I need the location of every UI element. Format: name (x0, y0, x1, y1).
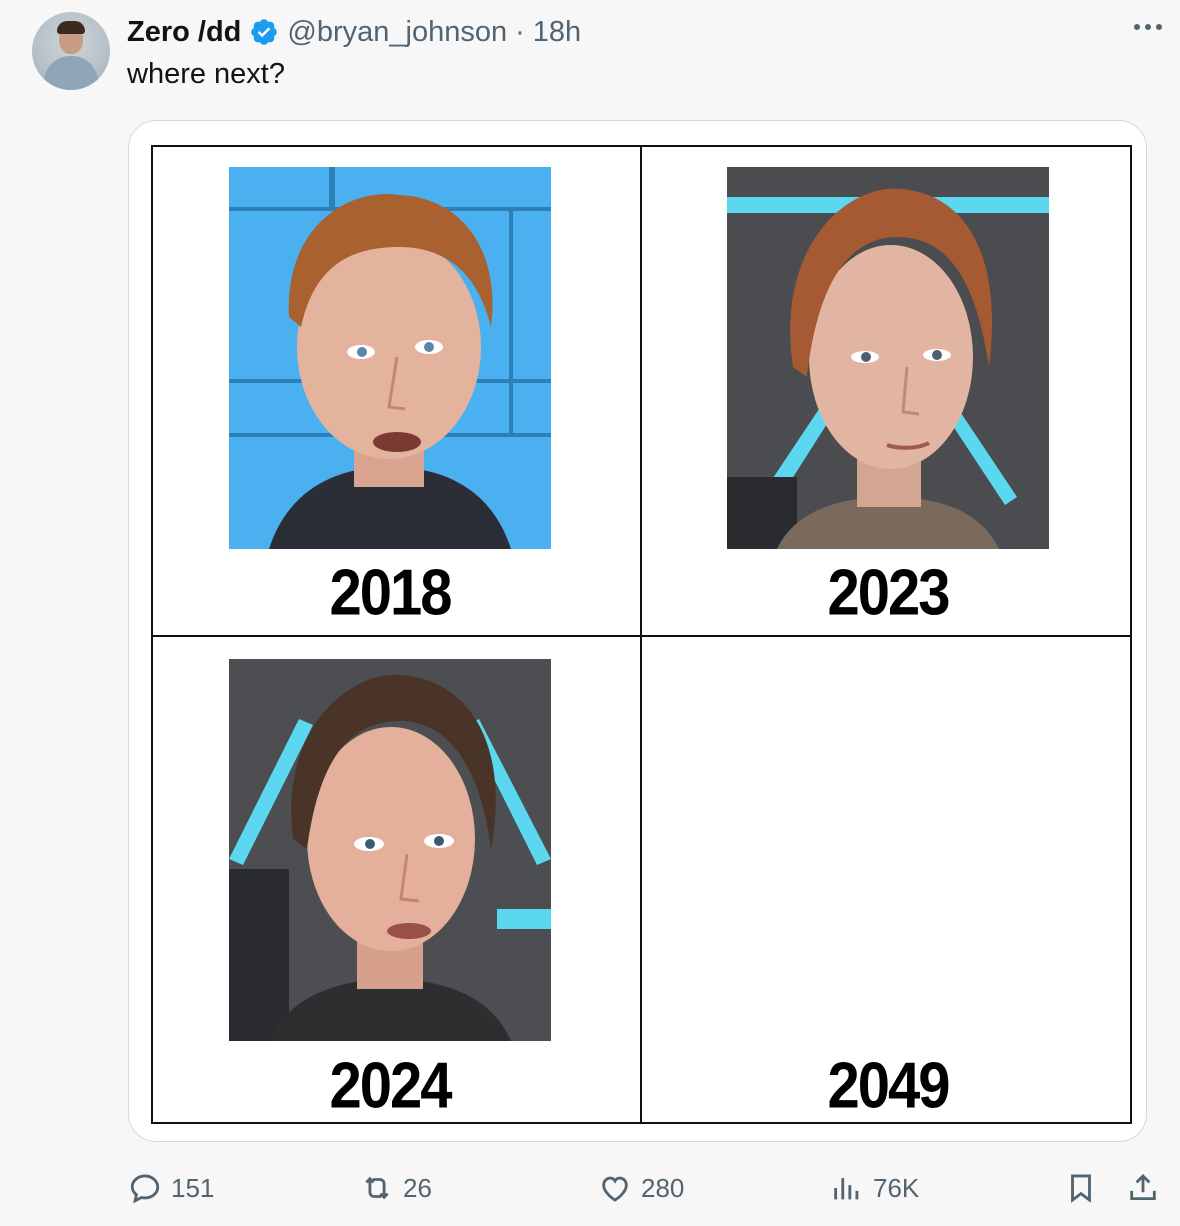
user-handle[interactable]: @bryan_johnson (287, 16, 507, 49)
media-card[interactable]: 2018 2023 2024 2049 (128, 120, 1147, 1142)
views-icon (834, 1178, 859, 1200)
year-label-2018: 2018 (329, 556, 452, 629)
views-button[interactable]: 76K (830, 1168, 919, 1208)
like-count: 280 (641, 1172, 685, 1203)
more-icon[interactable] (1134, 24, 1162, 30)
verified-badge-icon (251, 19, 278, 45)
tweet-header: Zero /dd @bryan_johnson · 18h (127, 14, 581, 50)
portrait-2018 (229, 167, 551, 549)
repost-count: 26 (403, 1172, 432, 1203)
reply-count: 151 (171, 1172, 215, 1203)
year-label-2049: 2049 (827, 1049, 950, 1122)
grid-divider-horizontal (153, 635, 1130, 637)
separator-dot: · (515, 15, 525, 48)
share-icon (1130, 1173, 1156, 1201)
repost-button[interactable]: 26 (360, 1168, 432, 1208)
year-label-2023: 2023 (827, 556, 950, 629)
repost-icon (365, 1176, 389, 1200)
bookmark-icon (1071, 1174, 1091, 1203)
like-icon (602, 1176, 628, 1202)
portrait-2023 (727, 167, 1049, 549)
views-count: 76K (873, 1172, 920, 1203)
portrait-2024 (229, 659, 551, 1041)
display-name[interactable]: Zero /dd (127, 16, 241, 49)
reply-button[interactable]: 151 (128, 1168, 214, 1208)
tweet-text: where next? (127, 58, 285, 90)
share-button[interactable] (1126, 1168, 1169, 1208)
year-label-2024: 2024 (329, 1049, 452, 1122)
avatar[interactable] (32, 12, 110, 90)
timestamp[interactable]: 18h (533, 16, 581, 49)
comparison-grid: 2018 2023 2024 2049 (151, 145, 1132, 1124)
bookmark-button[interactable] (1064, 1168, 1107, 1208)
tweet-actions: 151 26 280 76K (0, 1168, 1180, 1208)
reply-icon (130, 1174, 160, 1204)
like-button[interactable]: 280 (598, 1168, 684, 1208)
